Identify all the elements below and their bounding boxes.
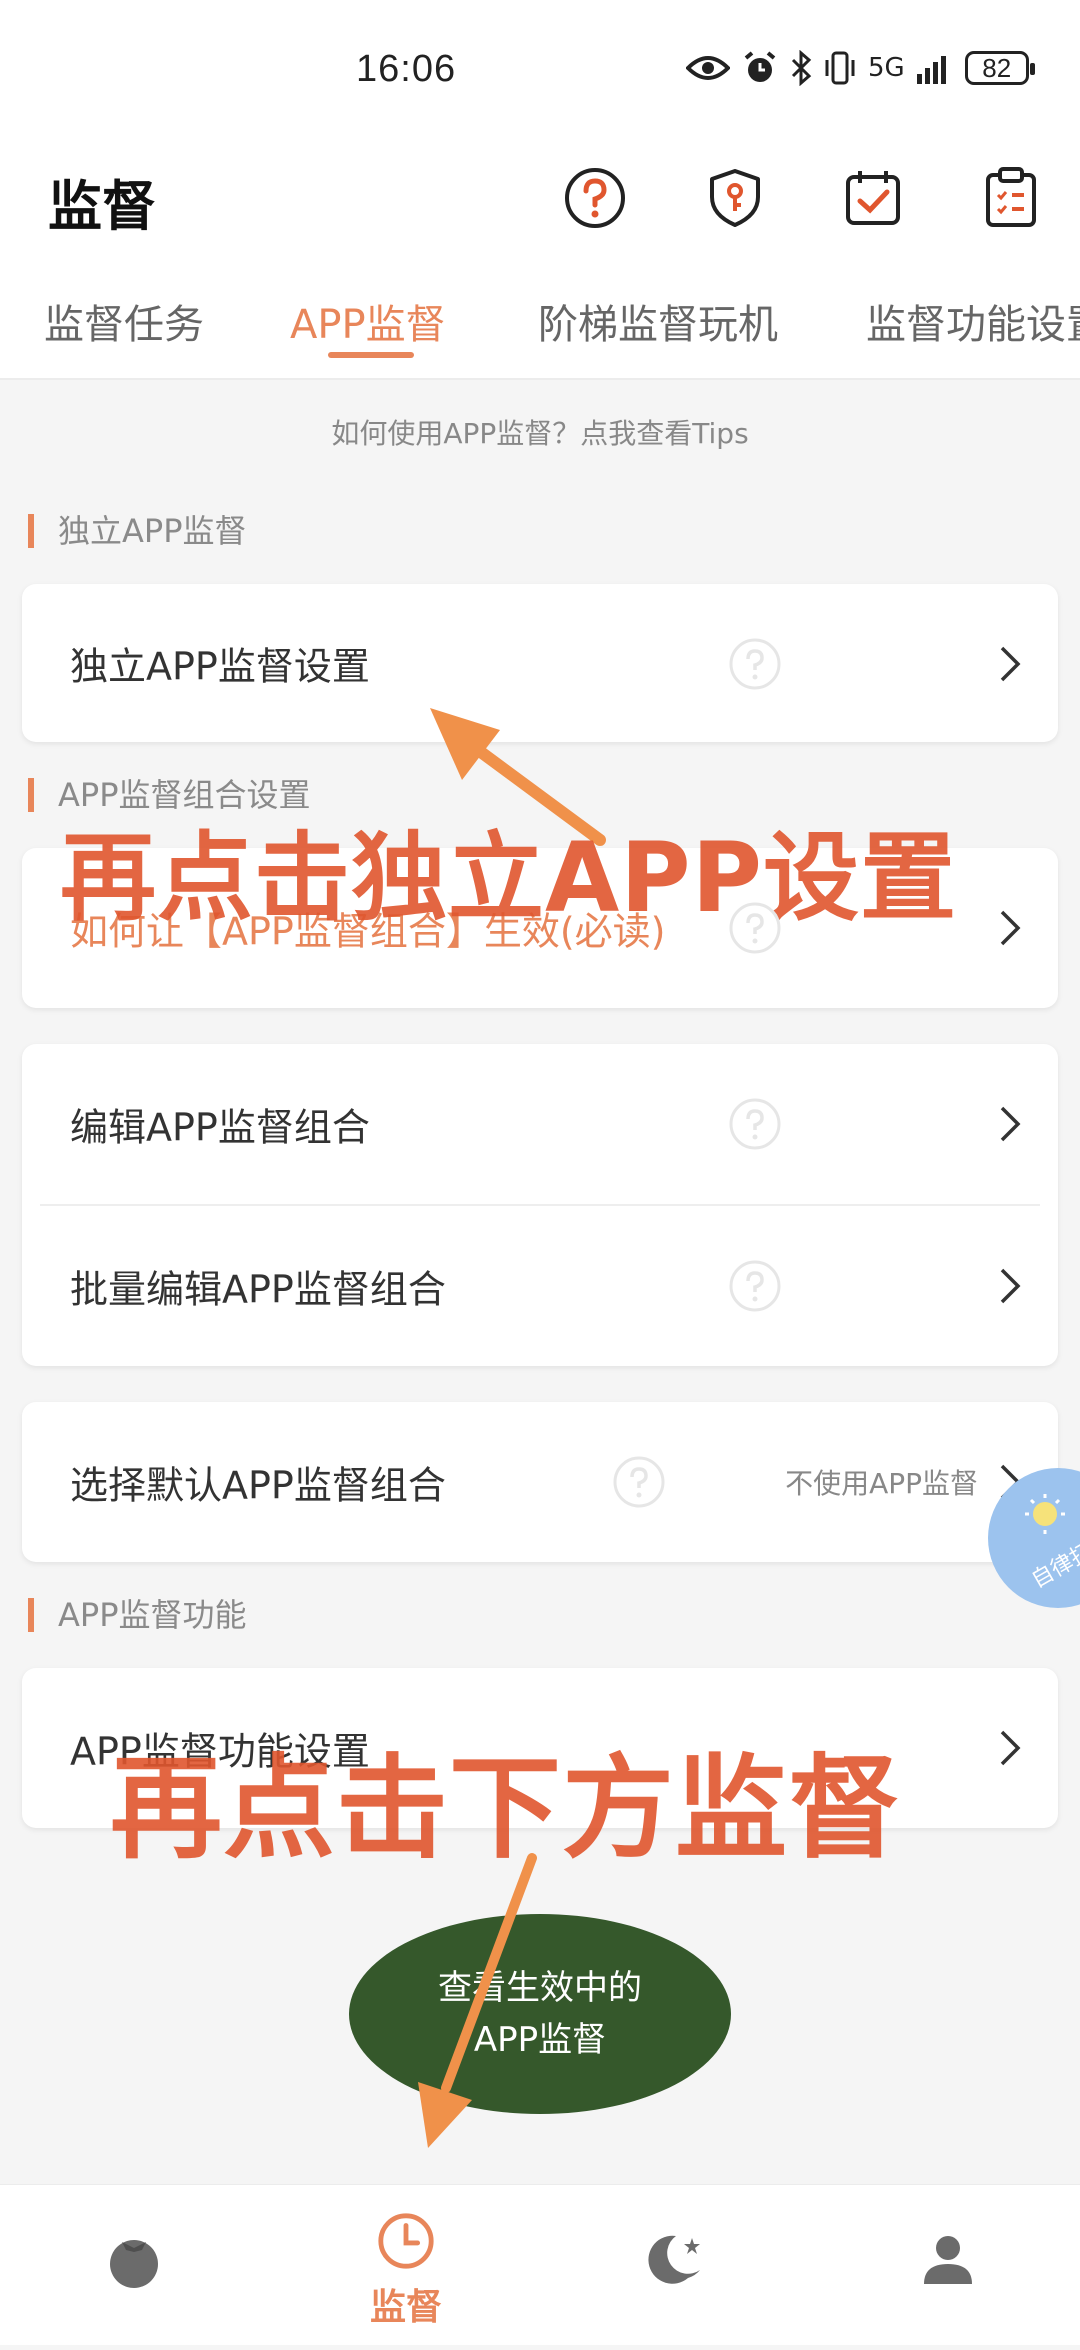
arrow-head-top bbox=[430, 708, 500, 780]
arrow-to-bottom-nav bbox=[441, 1853, 537, 2093]
annotation-arrows bbox=[418, 708, 606, 2148]
annotation-top: 再点击独立APP设置 bbox=[60, 822, 958, 934]
annotation-bottom: 再点击下方监督 bbox=[110, 1744, 901, 1874]
arrow-head-bottom bbox=[418, 2082, 472, 2148]
